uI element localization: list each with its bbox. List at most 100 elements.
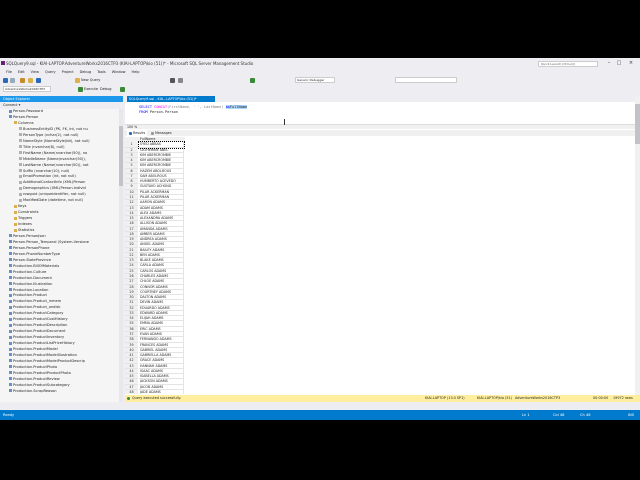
menu-help[interactable]: Help <box>132 69 140 75</box>
tree-node[interactable]: Production.Document <box>9 276 52 282</box>
tree-node[interactable]: Production.ProductDocument <box>9 329 66 335</box>
minimize-icon[interactable]: – <box>605 60 613 66</box>
object-explorer-tree[interactable]: Person.Password Person.Person Columns Busin… <box>0 109 121 402</box>
tree-node[interactable]: ModifiedDate (datetime, not null) <box>19 198 83 204</box>
tree-node[interactable]: Production.ProductListPriceHistory <box>9 341 75 347</box>
new-query-button[interactable]: New Query <box>75 77 100 83</box>
menu-file[interactable]: File <box>6 69 12 75</box>
tree-node[interactable]: MiddleName (Name(nvarchar(50)), <box>19 157 86 163</box>
tree-node[interactable]: Triggers <box>14 216 32 222</box>
tree-node-label: Person.Person <box>13 114 39 119</box>
tree-node[interactable]: Production.ProductPhoto <box>9 365 57 371</box>
tree-node[interactable]: Person.PersonJson <box>9 234 46 240</box>
tree-node[interactable]: EmailPromotion (int, not null) <box>19 174 76 180</box>
undo-button[interactable] <box>170 77 176 83</box>
cell-fullname[interactable]: JADE ADAMS <box>139 389 184 394</box>
tree-node[interactable]: Production.ProductCategory <box>9 311 63 317</box>
column-icon <box>19 186 22 190</box>
tree-node[interactable]: Production.ProductModel <box>9 347 58 353</box>
execute-button[interactable]: Execute <box>78 86 98 92</box>
back-button[interactable] <box>3 77 9 83</box>
tree-node[interactable]: Demographics (XML(Person.Individ <box>19 186 86 192</box>
tree-node-label: Title (nvarchar(8), null) <box>23 144 65 149</box>
debugger-dropdown[interactable]: Generic Debugger <box>295 77 335 83</box>
tree-node-label: Statistics <box>18 228 35 232</box>
connect-button[interactable]: Connect ▾ <box>3 103 20 107</box>
object-explorer-scroll-thumb[interactable] <box>119 126 123 186</box>
tree-node[interactable]: Person.PhoneNumberType <box>9 252 60 258</box>
save-button[interactable] <box>36 77 42 83</box>
tree-node[interactable]: Person.StateProvince <box>9 258 51 264</box>
tree-node[interactable]: Statistics <box>14 228 34 234</box>
database-dropdown[interactable]: AdventureWorks2016CTP3 <box>3 86 51 92</box>
editor-scroll-thumb[interactable] <box>635 104 640 144</box>
tree-node[interactable]: Production.ProductInventory <box>9 335 64 341</box>
results-grid[interactable]: FullName 1 SYED ABBAS 2 CATHERINE ABEL 3 KIM … <box>125 137 635 394</box>
tree-node[interactable]: Production.ScrapReason <box>9 389 57 395</box>
tree-node-label: LastName (Name(nvarchar(50)), not <box>23 162 89 167</box>
menu-window[interactable]: Window <box>112 69 126 75</box>
tree-node[interactable]: Production.ProductReview <box>9 377 60 383</box>
query-editor[interactable]: SELECT CONCAT(FirstName, ' ', LastName) … <box>125 103 635 123</box>
query-status-time: 00:00:00 <box>593 396 609 400</box>
tree-node[interactable]: PersonType (nchar(2), not null) <box>19 133 78 139</box>
table-icon <box>9 329 12 333</box>
tree-node[interactable]: Production.Location <box>9 288 48 294</box>
tree-node[interactable]: Production.ProductModelProductDescrip <box>9 359 85 365</box>
tree-node[interactable]: LastName (Name(nvarchar(50)), not <box>19 163 89 169</box>
tree-node[interactable]: Keys <box>14 204 26 210</box>
tab-results[interactable]: Results <box>127 130 148 136</box>
tab-messages[interactable]: Messages <box>149 130 174 136</box>
solution-dropdown[interactable] <box>395 77 457 83</box>
tree-node[interactable]: Person.Person_Temporal (System-Versione <box>9 240 89 246</box>
tree-node[interactable]: rowguid (uniqueidentifier, not null) <box>19 192 86 198</box>
menu-view[interactable]: View <box>31 69 39 75</box>
menu-debug[interactable]: Debug <box>80 69 92 75</box>
alias-fullname: FullName <box>229 105 248 109</box>
parse-button[interactable] <box>120 86 126 92</box>
tree-node[interactable]: Person.PersonPhone <box>9 246 49 252</box>
tree-node[interactable]: Production.ProductCostHistory <box>9 317 68 323</box>
close-icon[interactable]: × <box>627 60 635 66</box>
tree-node[interactable]: Production.ProductDescription <box>9 323 67 329</box>
quick-launch-input[interactable]: Quick Launch (Ctrl+Q) <box>538 61 598 67</box>
tab-sqlquery9[interactable]: SQLQuery9.sql - KIA...LAPTOP\kio (51))* <box>127 96 215 102</box>
tree-node[interactable]: Person.Password <box>9 109 43 115</box>
tree-node[interactable]: Production.Illustration <box>9 282 52 288</box>
menu-query[interactable]: Query <box>45 69 56 75</box>
tree-node[interactable]: Production.ProductProductPhoto <box>9 371 71 377</box>
tree-node[interactable]: Production.ProductModelIllustration <box>9 353 77 359</box>
forward-button[interactable] <box>10 77 16 83</box>
tree-node[interactable]: Indexes <box>14 222 32 228</box>
tree-node[interactable]: Production.ProductSubcategory <box>9 383 70 389</box>
open-button[interactable] <box>28 77 34 83</box>
menu-project[interactable]: Project <box>62 69 74 75</box>
tree-node[interactable]: Production.BillOfMaterials <box>9 264 59 270</box>
tree-node[interactable]: AdditionalContactInfo (XML(Person <box>19 180 85 186</box>
menu-edit[interactable]: Edit <box>18 69 25 75</box>
redo-button[interactable] <box>178 77 184 83</box>
tree-node[interactable]: Person.Person <box>9 115 38 121</box>
tree-node[interactable]: Title (nvarchar(8), null) <box>19 145 65 151</box>
tree-node[interactable]: Production.Product_ondisk <box>9 305 60 311</box>
column-icon <box>19 133 22 137</box>
table-row[interactable]: 48 JADE ADAMS <box>125 389 185 394</box>
tree-node[interactable]: Production.Culture <box>9 270 46 276</box>
debug-button[interactable]: Debug <box>100 86 112 92</box>
start-button[interactable] <box>250 77 256 83</box>
maximize-icon[interactable]: □ <box>615 60 623 66</box>
new-project-button[interactable] <box>20 77 26 83</box>
tree-node-label: Production.Location <box>13 287 49 292</box>
tree-node[interactable]: FirstName (Name(nvarchar(50)), no <box>19 151 87 157</box>
forward-icon <box>10 77 15 83</box>
menu-tools[interactable]: Tools <box>97 69 106 75</box>
tree-node[interactable]: Columns <box>14 121 34 127</box>
tree-node[interactable]: Constraints <box>14 210 39 216</box>
tree-node[interactable]: NameStyle (NameStyle(bit), not null) <box>19 139 90 145</box>
new-query-label: New Query <box>81 78 101 82</box>
tree-node[interactable]: Suffix (nvarchar(10), null) <box>19 169 69 175</box>
tree-node[interactable]: Production.Product <box>9 293 47 299</box>
tree-node[interactable]: Production.Product_inmem <box>9 299 61 305</box>
zoom-dropdown[interactable]: 100 % <box>127 125 137 129</box>
tree-node[interactable]: BusinessEntityID (PK, FK, int, not nu <box>19 127 88 133</box>
